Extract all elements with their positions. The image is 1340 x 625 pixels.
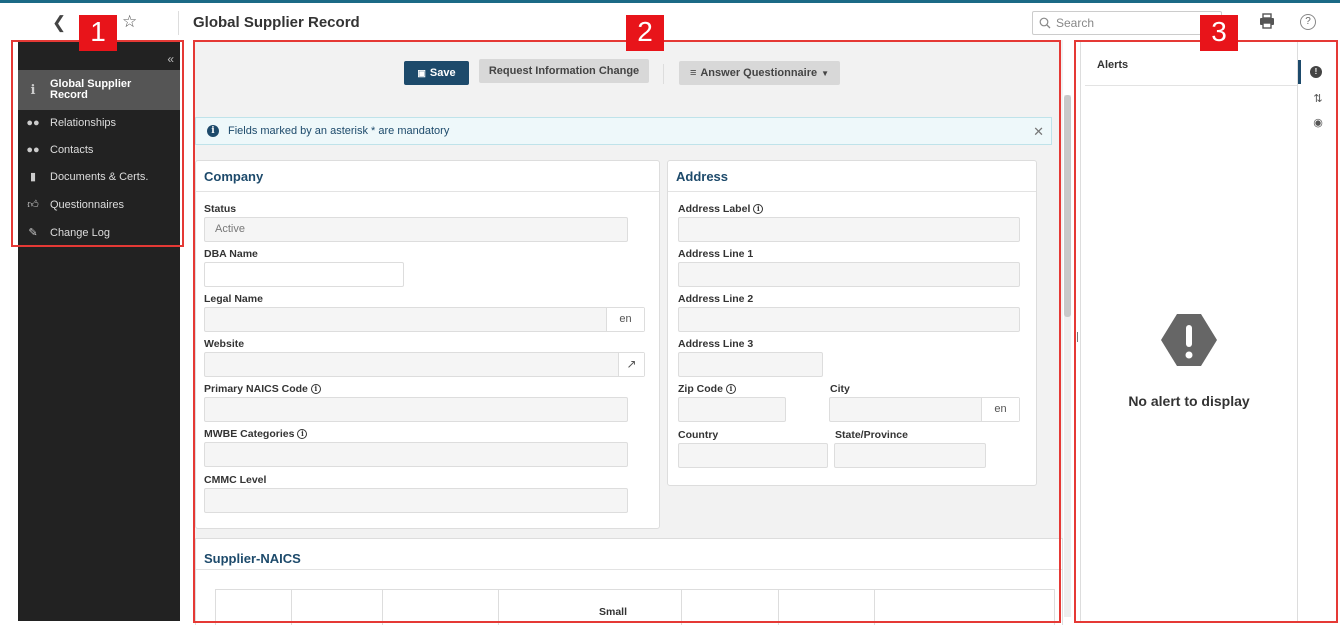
annotation-box-1: [11, 40, 184, 247]
app-root: ❮ ☆ Global Supplier Record Search ? « i …: [0, 0, 1340, 625]
annotation-number-3: 3: [1200, 15, 1238, 51]
annotation-number-1: 1: [79, 15, 117, 51]
page-title: Global Supplier Record: [193, 14, 360, 31]
back-icon[interactable]: ❮: [52, 13, 66, 33]
help-icon[interactable]: ?: [1300, 14, 1316, 30]
star-icon[interactable]: ☆: [122, 12, 137, 32]
print-icon[interactable]: [1258, 12, 1276, 30]
scrollbar[interactable]: [1064, 95, 1071, 617]
annotation-number-2: 2: [626, 15, 664, 51]
annotation-box-2: [193, 40, 1061, 623]
scrollbar-thumb[interactable]: [1064, 95, 1071, 317]
divider: [178, 11, 179, 35]
search-input[interactable]: Search: [1032, 11, 1222, 35]
search-icon: [1039, 17, 1051, 29]
search-placeholder: Search: [1056, 16, 1095, 30]
top-bar: ❮ ☆ Global Supplier Record Search ?: [0, 0, 1340, 40]
annotation-box-3: [1074, 40, 1338, 623]
